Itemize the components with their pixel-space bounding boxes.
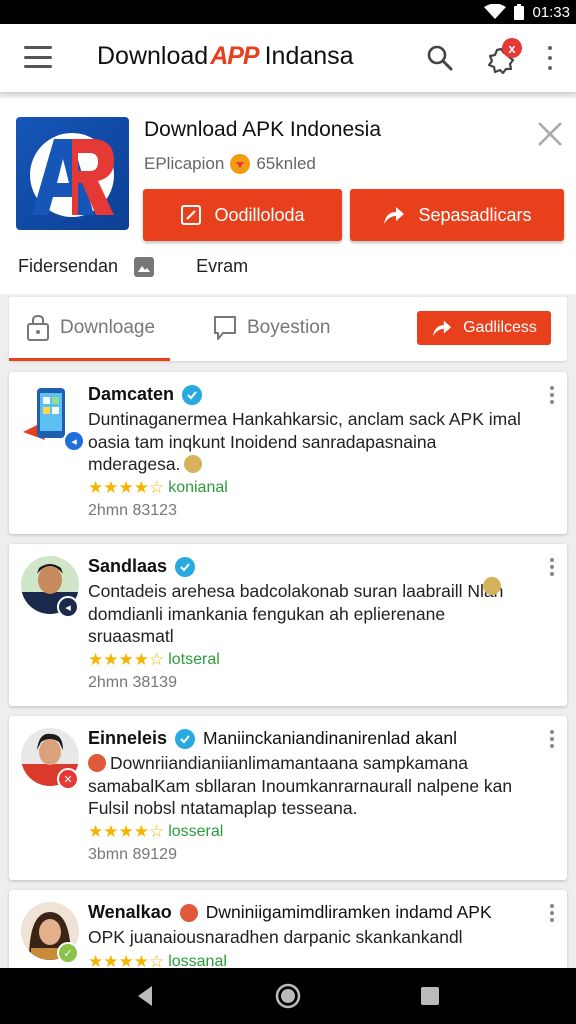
emoji-icon <box>483 577 501 595</box>
review-rating: ★★★★☆ konianal <box>88 478 228 498</box>
review-headline: Dwniniigamimdliramken indamd APK <box>205 902 492 922</box>
settings-button[interactable]: x <box>486 38 522 75</box>
app-category: EPlicapion <box>144 154 225 173</box>
back-icon[interactable] <box>132 982 160 1010</box>
verified-icon <box>182 384 203 405</box>
review-text: Contadeis arehesa badcolakonab suran laa… <box>88 580 528 648</box>
review-rating: ★★★★☆ lotseral <box>88 650 220 670</box>
battery-icon <box>514 4 525 20</box>
image-icon <box>134 256 155 277</box>
reviewer-name: Wenalkao Dwniniigamimdliramken indamd AP… <box>88 902 492 923</box>
emoji-icon <box>179 903 198 922</box>
app-sub-info: Fidersendan Evram <box>18 256 248 277</box>
coin-icon <box>230 154 251 174</box>
rating-label: konianal <box>168 479 228 496</box>
review-text: Duntinaganermea Hankahkarsic, anclam sac… <box>88 408 528 476</box>
tab-label: Downloage <box>60 317 156 338</box>
emoji-icon <box>88 754 106 772</box>
reviewer-name-text: Einneleis <box>88 728 168 748</box>
reviewer-name-text: Damcaten <box>88 384 175 404</box>
reviewer-name-text: Wenalkao <box>88 902 172 922</box>
active-tab-indicator <box>9 358 170 361</box>
tab-bar: Downloage Boyestion Gadlilcess <box>9 297 567 361</box>
share-button-label: Sepasadlicars <box>418 204 532 225</box>
share-button[interactable]: Sepasadlicars <box>350 189 564 241</box>
tab-action-label: Gadlilcess <box>463 319 537 336</box>
download-button-label: Oodilloloda <box>214 204 305 225</box>
verified-icon <box>175 728 196 749</box>
title-right: Indansa <box>264 42 354 70</box>
navigation-bar <box>0 968 576 1024</box>
title-logo: APP <box>210 42 259 70</box>
star-rating-icon: ★★★★☆ <box>88 822 165 841</box>
close-icon[interactable] <box>536 120 564 148</box>
download-button[interactable]: Oodilloloda <box>143 189 342 241</box>
review-text-content: Contadeis arehesa badcolakonab suran laa… <box>88 581 504 646</box>
sub-info-right: Evram <box>196 256 249 276</box>
tab-action-button[interactable]: Gadlilcess <box>417 311 551 345</box>
tab-downloads[interactable]: Downloage <box>26 315 155 341</box>
review-date: 2hmn 38139 <box>88 674 177 691</box>
card-more-icon[interactable] <box>549 730 555 748</box>
emoji-icon <box>184 455 203 473</box>
review-headline: Maniinckaniandinanirenlad akanl <box>203 728 457 748</box>
home-icon[interactable] <box>274 982 302 1010</box>
app-meta: EPlicapion 65knled <box>144 154 316 174</box>
reviewer-name: Einneleis Maniinckaniandinanirenlad akan… <box>88 728 457 749</box>
recents-icon[interactable] <box>416 982 444 1010</box>
wifi-icon <box>484 4 507 19</box>
title-left: Download <box>97 42 209 70</box>
tab-label: Boyestion <box>247 317 331 338</box>
rating-label: losseral <box>168 823 224 840</box>
share-arrow-icon <box>384 207 405 224</box>
search-icon[interactable] <box>426 44 454 72</box>
tab-suggestions[interactable]: Boyestion <box>213 315 330 341</box>
share-arrow-icon <box>433 320 452 337</box>
avatar-badge: ✕ <box>57 768 79 790</box>
review-card[interactable]: ◂ Sandlaas Contadeis arehesa badcolakona… <box>9 544 567 706</box>
review-card[interactable]: ✓ Wenalkao Dwniniigamimdliramken indamd … <box>9 890 567 980</box>
app-bar-title: Download APP Indansa <box>97 42 354 71</box>
notification-badge: x <box>502 38 522 58</box>
review-date: 3bmn 89129 <box>88 846 177 863</box>
verified-icon <box>175 556 196 577</box>
avatar-badge: ◂ <box>63 430 85 452</box>
reviewer-name: Sandlaas <box>88 556 196 577</box>
reviewer-name: Damcaten <box>88 384 203 405</box>
avatar: ◂ <box>21 384 85 452</box>
review-date: 2hmn 83123 <box>88 502 177 519</box>
review-card[interactable]: ◂ Damcaten Duntinaganermea Hankahkarsic,… <box>9 372 567 534</box>
lock-icon <box>27 315 49 341</box>
review-rating: ★★★★☆ losseral <box>88 822 223 842</box>
star-rating-icon: ★★★★☆ <box>88 650 165 669</box>
review-text-content: OPK juanaiousnaradhen darpanic skankanka… <box>88 927 463 947</box>
app-logo <box>16 117 129 230</box>
card-more-icon[interactable] <box>549 558 555 576</box>
card-more-icon[interactable] <box>549 386 555 404</box>
app-bar: Download APP Indansa x <box>0 24 576 92</box>
review-card[interactable]: ✕ Einneleis Maniinckaniandinanirenlad ak… <box>9 716 567 880</box>
comment-icon <box>214 316 236 340</box>
more-options-icon[interactable] <box>543 46 557 70</box>
reviewer-name-text: Sandlaas <box>88 556 168 576</box>
review-text-content: Duntinaganermea Hankahkarsic, anclam sac… <box>88 409 521 474</box>
rating-label: lotseral <box>168 651 220 668</box>
app-installs: 65knled <box>256 154 316 173</box>
sub-info-left: Fidersendan <box>18 256 119 276</box>
card-more-icon[interactable] <box>549 904 555 922</box>
menu-icon[interactable] <box>24 46 52 68</box>
app-title: Download APK Indonesia <box>144 118 381 141</box>
avatar-badge: ✓ <box>57 942 79 964</box>
review-text: Downriiandianiianlimamantaana sampkamana… <box>88 752 528 820</box>
edit-icon <box>181 205 202 225</box>
review-text: OPK juanaiousnaradhen darpanic skankanka… <box>88 926 528 949</box>
status-time: 01:33 <box>532 3 570 21</box>
review-text-content: Downriiandianiianlimamantaana sampkamana… <box>88 753 513 818</box>
status-bar: 01:33 <box>0 0 576 24</box>
app-header: Download APK Indonesia EPlicapion 65knle… <box>0 98 576 294</box>
avatar-badge: ◂ <box>57 596 79 618</box>
star-rating-icon: ★★★★☆ <box>88 478 165 497</box>
